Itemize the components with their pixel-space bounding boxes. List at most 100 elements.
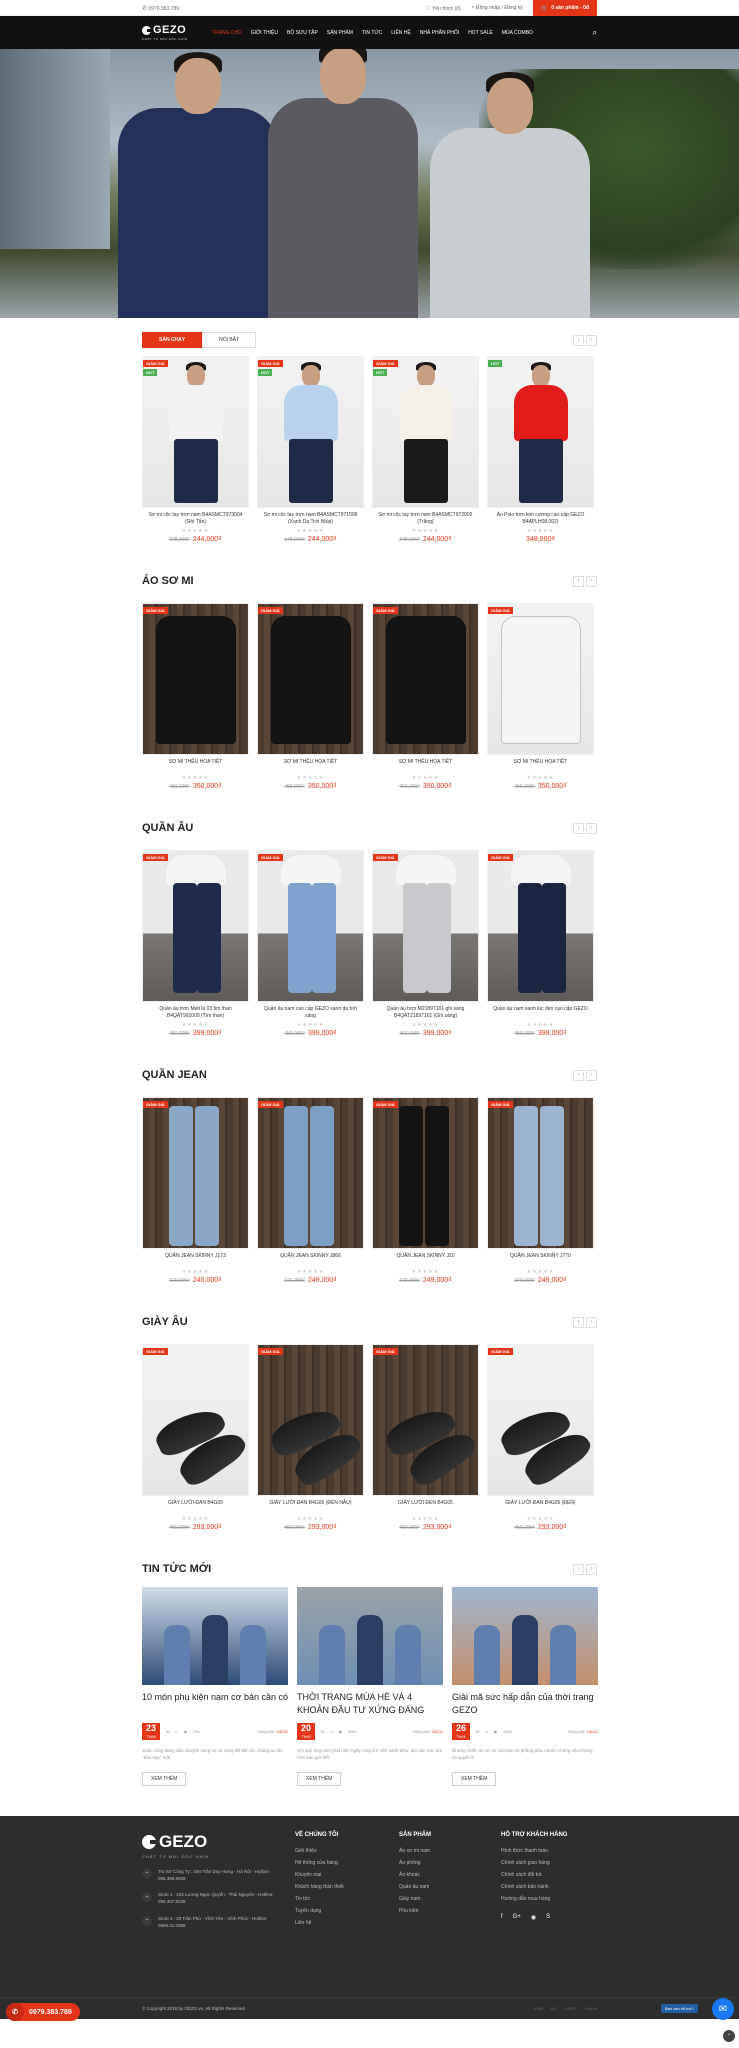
product-image[interactable]: GIẢM GIÁ (372, 850, 479, 1002)
product-card[interactable]: GIẢM GIÁ QUẦN JEAN SKINNY J866 ★★★★★ 370,00… (257, 1097, 364, 1284)
product-image[interactable]: GIẢM GIÁ HOT (142, 356, 249, 508)
hotline-button[interactable]: ✆ 0979.383.789 (6, 2003, 80, 2021)
product-card[interactable]: GIẢM GIÁ SƠ MI THÊU HỌA TIẾT ★★★★★ 450,000₫… (487, 603, 594, 790)
news-title[interactable]: 10 món phụ kiện nam cơ bản cần có (142, 1691, 288, 1717)
chevron-left-icon[interactable]: ‹ (573, 1069, 584, 1081)
product-name[interactable]: Quần âu nam xanh lục đen cao cấp GEZO (487, 1006, 594, 1020)
footer-link-about[interactable]: Giới thiệu (295, 1848, 399, 1854)
product-image[interactable]: GIẢM GIÁ (372, 1097, 479, 1249)
nav-item[interactable]: TIN TỨC (362, 30, 382, 36)
cart-button[interactable]: 🛒 0 sản phẩm - 0đ (532, 0, 597, 16)
chevron-left-icon[interactable]: ‹ (573, 334, 584, 346)
footer-link-product[interactable]: Giày nam (399, 1896, 501, 1902)
product-image[interactable]: GIẢM GIÁ (142, 850, 249, 1002)
search-icon[interactable]: ⌕ (593, 28, 597, 38)
product-name[interactable]: QUẦN JEAN SKINNY J20 (372, 1253, 479, 1267)
product-name[interactable]: GIÀY LƯỜI ĐAN B4G05 (142, 1500, 249, 1514)
product-card[interactable]: GIẢM GIÁ GIÀY LƯỜI ĐAN B4G05 (ĐEN NÂU) ★★★… (257, 1344, 364, 1531)
footer-link-product[interactable]: Áo phông (399, 1860, 501, 1866)
read-more-button[interactable]: XEM THÊM (297, 1771, 342, 1786)
footer-link-support[interactable]: Hình thức thanh toán (501, 1848, 597, 1854)
product-card[interactable]: GIẢM GIÁ HOT Sơ mi cộc tay trơn nam B4ASMC… (372, 356, 479, 543)
product-image[interactable]: GIẢM GIÁ (257, 850, 364, 1002)
product-image[interactable]: GIẢM GIÁ (372, 603, 479, 755)
footer-link-about[interactable]: Khách hàng thân thiết (295, 1884, 399, 1890)
product-card[interactable]: GIẢM GIÁ SƠ MI THÊU HỌA TIẾT ★★★★★ 450,000₫… (257, 603, 364, 790)
chevron-left-icon[interactable]: ‹ (573, 822, 584, 834)
footer-link-about[interactable]: Hệ thống cửa hàng (295, 1860, 399, 1866)
product-name[interactable]: Sơ mi cộc tay trơn nam B4ASMCT973004 (Gh… (142, 512, 249, 526)
chevron-left-icon[interactable]: ‹ (573, 575, 584, 587)
product-image[interactable]: GIẢM GIÁ (487, 1097, 594, 1249)
footer-link-support[interactable]: Chính sách đổi trả (501, 1872, 597, 1878)
product-card[interactable]: GIẢM GIÁ QUẦN JEAN SKINNY J770 ★★★★★ 370,00… (487, 1097, 594, 1284)
footer-link-support[interactable]: Hướng dẫn mua hàng (501, 1896, 597, 1902)
chevron-left-icon[interactable]: ‹ (573, 1563, 584, 1575)
footer-link-about[interactable]: Tin tức (295, 1896, 399, 1902)
read-more-button[interactable]: XEM THÊM (142, 1771, 187, 1786)
product-image[interactable]: GIẢM GIÁ (257, 603, 364, 755)
chevron-right-icon[interactable]: › (586, 1316, 597, 1328)
footer-link-about[interactable]: Khuyến mại (295, 1872, 399, 1878)
product-name[interactable]: SƠ MI THÊU HỌA TIẾT (372, 759, 479, 773)
product-card[interactable]: GIẢM GIÁ GIÀY LƯỜI ĐAN B4G05 ★★★★★ 450,000₫… (142, 1344, 249, 1531)
product-name[interactable]: SƠ MI THÊU HỌA TIẾT (487, 759, 594, 773)
news-image[interactable] (142, 1587, 288, 1685)
read-more-button[interactable]: XEM THÊM (452, 1771, 497, 1786)
product-card[interactable]: GIẢM GIÁ Quần âu nam xanh lục đen cao cấp… (487, 850, 594, 1037)
footer-link-support[interactable]: Chính sách giao hàng (501, 1860, 597, 1866)
footer-link-product[interactable]: Quần âu nam (399, 1884, 501, 1890)
product-card[interactable]: HOT Áo Polo trơn kim cương cao cấp GEZO B… (487, 356, 594, 543)
product-card[interactable]: GIẢM GIÁ SƠ MI THÊU HỌA TIẾT ★★★★★ 450,000₫… (372, 603, 479, 790)
google-plus-icon[interactable]: G+ (513, 1914, 521, 1921)
chevron-right-icon[interactable]: › (586, 1069, 597, 1081)
product-image[interactable]: GIẢM GIÁ HOT (372, 356, 479, 508)
nav-item[interactable]: TRANG CHỦ (212, 30, 242, 36)
product-image[interactable]: GIẢM GIÁ (142, 1344, 249, 1496)
product-card[interactable]: GIẢM GIÁ GIÀY LƯỜI ĐAN B4G05 (ĐEN) ★★★★★ 45… (487, 1344, 594, 1531)
nav-item[interactable]: GIỚI THIỆU (251, 30, 278, 36)
product-name[interactable]: SƠ MI THÊU HỌA TIẾT (257, 759, 364, 773)
nav-item[interactable]: MÙA COMBO (502, 30, 533, 36)
chevron-left-icon[interactable]: ‹ (573, 1316, 584, 1328)
scroll-top-icon[interactable]: ⌃ (723, 2030, 735, 2042)
top-phone[interactable]: ✆ 0979.383.789 (142, 5, 179, 12)
product-name[interactable]: Quần âu trơn M21897101 ghi sáng B4QAT218… (372, 1006, 479, 1020)
product-image[interactable]: GIẢM GIÁ (142, 603, 249, 755)
footer-link-about[interactable]: Liên hệ (295, 1920, 399, 1926)
product-name[interactable]: Sơ mi cộc tay trơn nam B4ASMCT971006 (Xa… (257, 512, 364, 526)
product-name[interactable]: QUẦN JEAN SKINNY J866 (257, 1253, 364, 1267)
hero-banner[interactable] (0, 49, 739, 318)
product-image[interactable]: GIẢM GIÁ (142, 1097, 249, 1249)
product-card[interactable]: GIẢM GIÁ QUẦN JEAN SKINNY J20 ★★★★★ 370,000… (372, 1097, 479, 1284)
product-name[interactable]: GIÀY LƯỜI ĐEN B4G05 (372, 1500, 479, 1514)
chevron-right-icon[interactable]: › (586, 1563, 597, 1575)
product-card[interactable]: GIẢM GIÁ HOT Sơ mi cộc tay trơn nam B4ASMC… (257, 356, 364, 543)
news-image[interactable] (452, 1587, 598, 1685)
messenger-icon[interactable]: ✉ (712, 1998, 734, 2020)
tab-featured[interactable]: NỔI BẬT (202, 332, 257, 348)
product-card[interactable]: GIẢM GIÁ Quần âu trơn M21897101 ghi sáng … (372, 850, 479, 1037)
product-name[interactable]: Quần âu trơn Melt là 03 tím than B4QAT99… (142, 1006, 249, 1020)
product-card[interactable]: GIẢM GIÁ Quần âu nam cao cấp GEZO xanh da… (257, 850, 364, 1037)
news-title[interactable]: THỜI TRANG MÙA HÈ VÀ 4 KHOẢN ĐẦU TƯ XỨNG… (297, 1691, 443, 1717)
footer-link-product[interactable]: Áo sơ mi nam (399, 1848, 501, 1854)
chat-label[interactable]: Bạn cần hỗ trợ? (661, 2004, 698, 2013)
chevron-right-icon[interactable]: › (586, 334, 597, 346)
product-name[interactable]: GIÀY LƯỜI ĐAN B4G05 (ĐEN NÂU) (257, 1500, 364, 1514)
product-image[interactable]: GIẢM GIÁ (487, 603, 594, 755)
nav-item[interactable]: LIÊN HỆ (391, 30, 410, 36)
site-logo[interactable]: GEZO CHẤT TỪ MỌI GÓC NHÌN (142, 24, 202, 41)
news-image[interactable] (297, 1587, 443, 1685)
tab-best-selling[interactable]: SẢN CHẠY (142, 332, 203, 348)
product-image[interactable]: GIẢM GIÁ (257, 1097, 364, 1249)
product-image[interactable]: GIẢM GIÁ (487, 1344, 594, 1496)
nav-item[interactable]: NHÀ PHÂN PHỐI (420, 30, 459, 36)
product-image[interactable]: GIẢM GIÁ (487, 850, 594, 1002)
product-card[interactable]: GIẢM GIÁ QUẦN JEAN SKINNY J173 ★★★★★ 370,00… (142, 1097, 249, 1284)
product-name[interactable]: QUẦN JEAN SKINNY J770 (487, 1253, 594, 1267)
product-image[interactable]: GIẢM GIÁ HOT (257, 356, 364, 508)
news-title[interactable]: Giải mã sức hấp dẫn của thời trang GEZO (452, 1691, 598, 1717)
nav-item[interactable]: BỘ SƯU TẬP (287, 30, 318, 36)
product-name[interactable]: Áo Polo trơn kim cương cao cấp GEZO B4AP… (487, 512, 594, 526)
